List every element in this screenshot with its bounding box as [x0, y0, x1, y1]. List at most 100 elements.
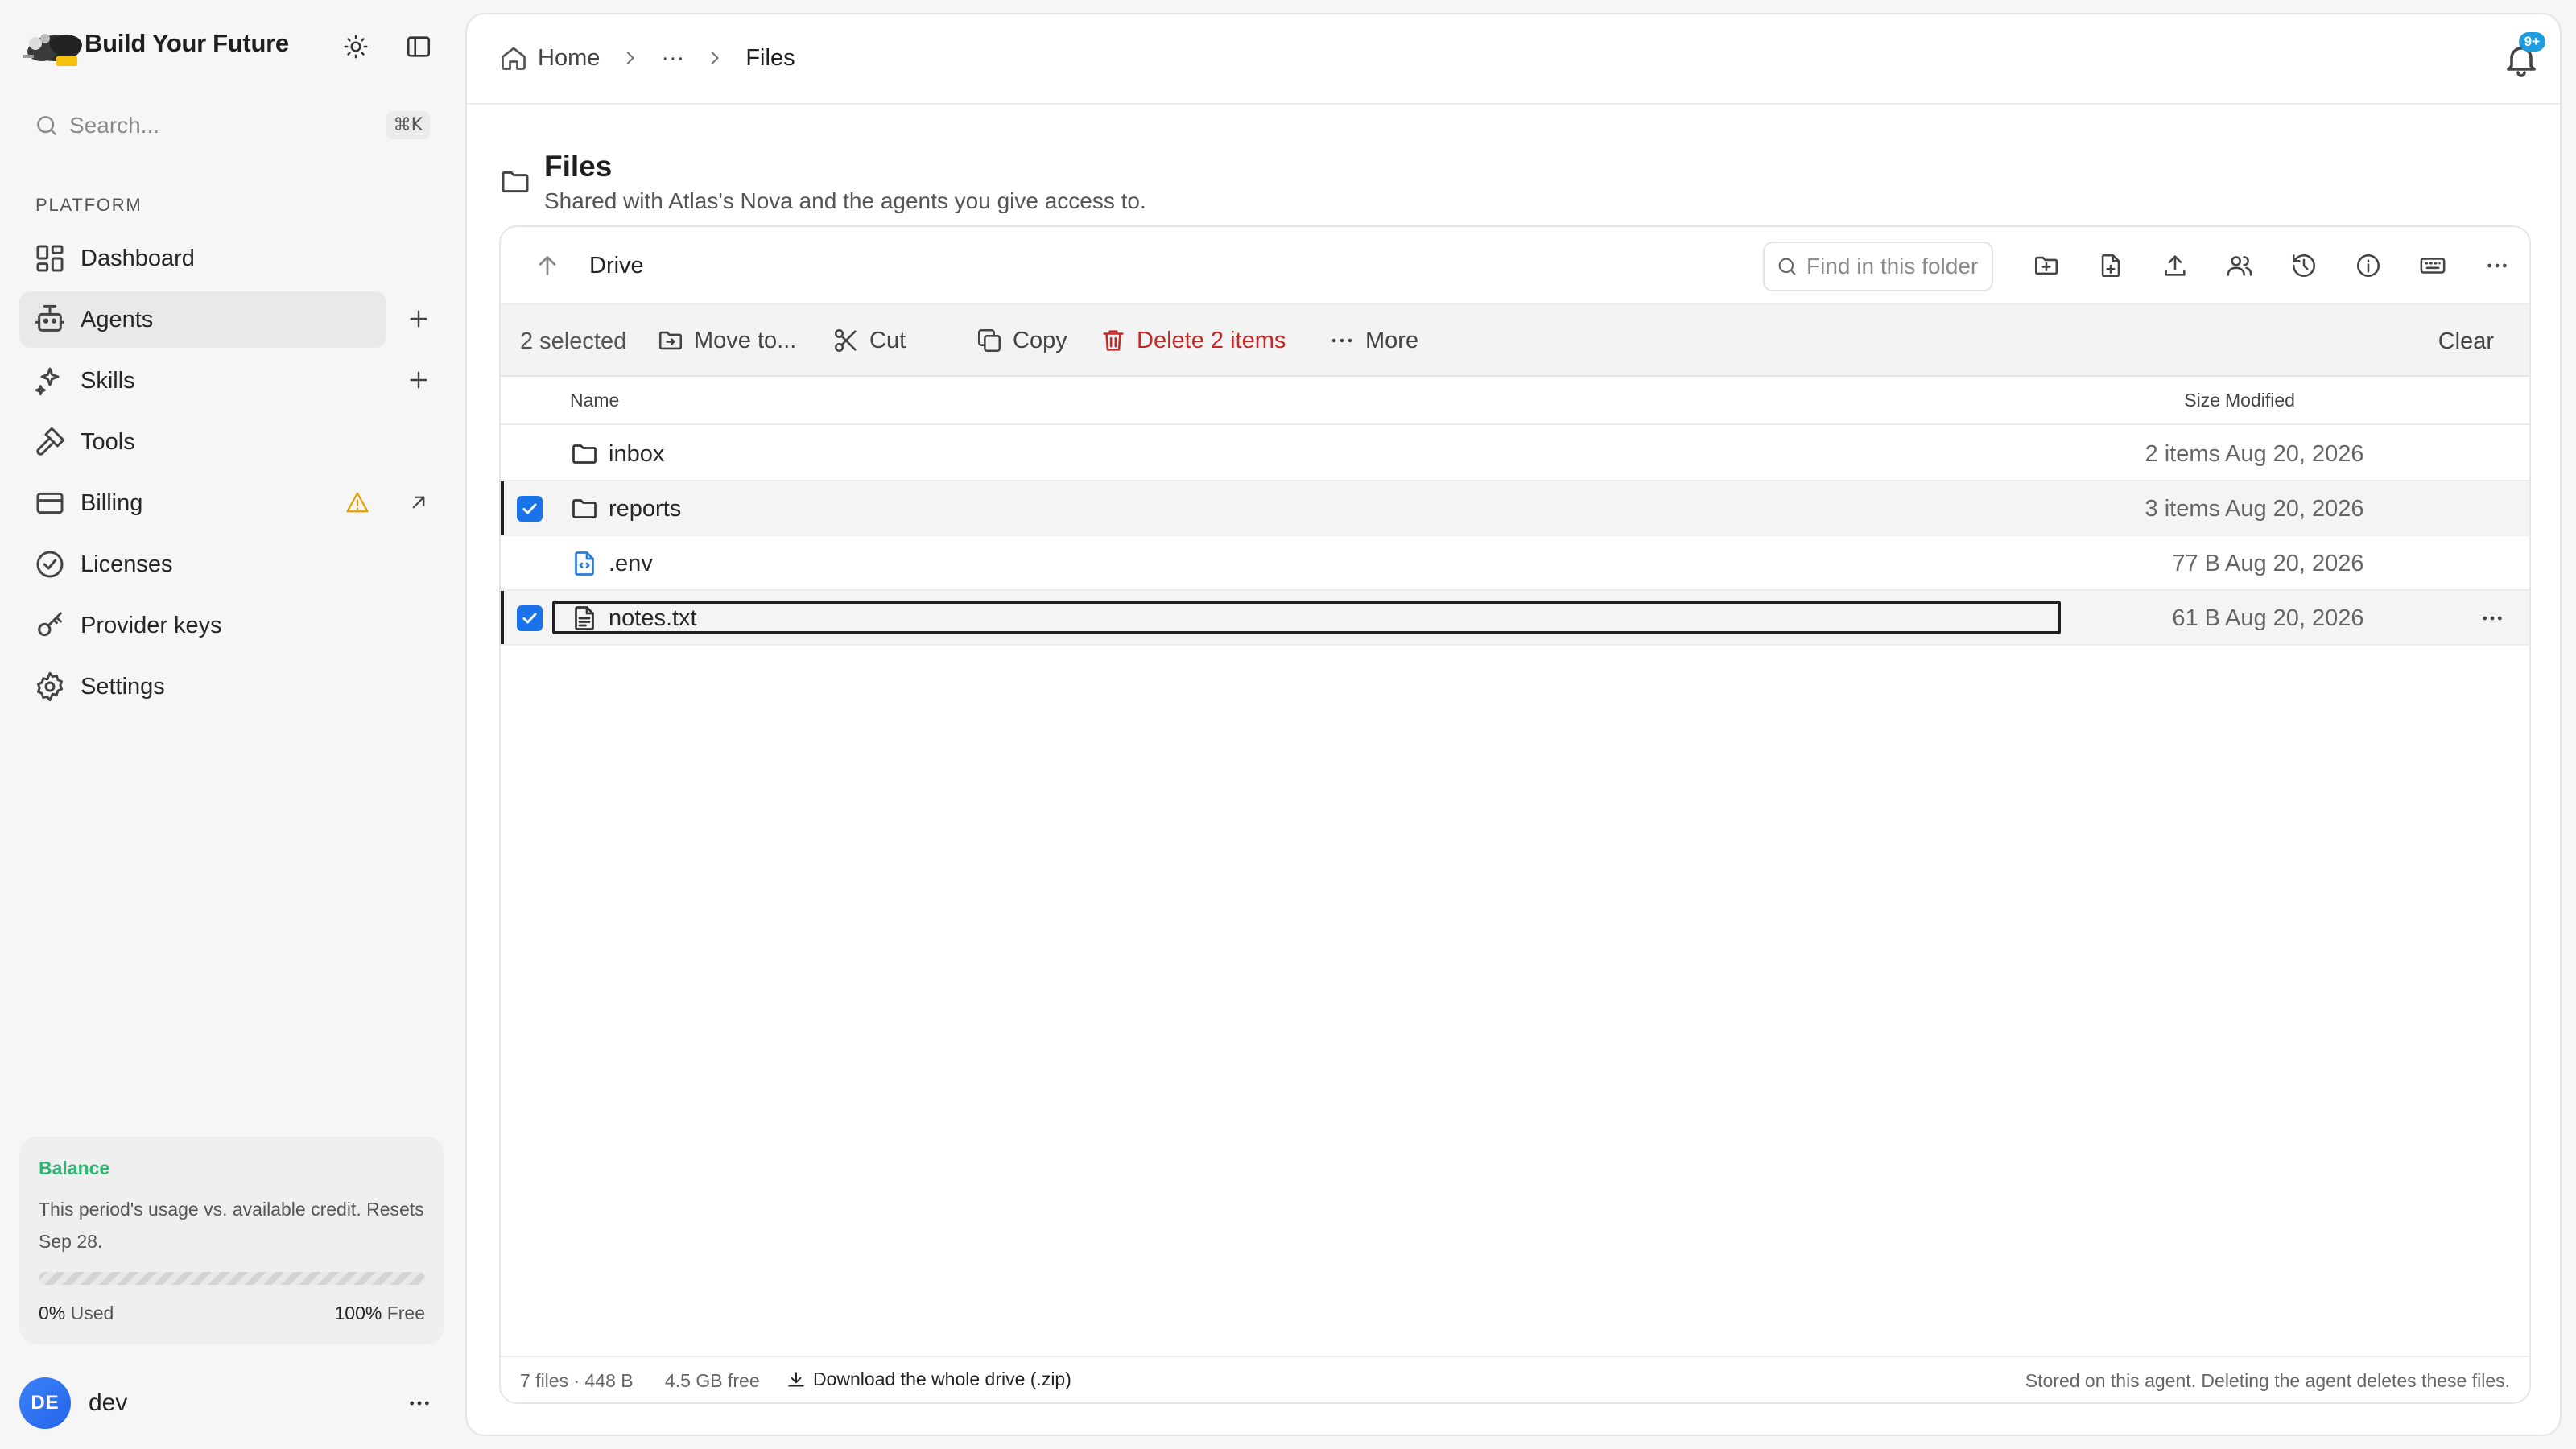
info-icon[interactable] — [2349, 246, 2388, 285]
sidebar-item-settings[interactable]: Settings — [19, 658, 386, 715]
copy-button[interactable]: Copy — [976, 322, 1067, 359]
brand-logo[interactable] — [18, 23, 87, 74]
sidebar-item-tools[interactable]: Tools — [19, 414, 386, 470]
breadcrumb-ellipsis[interactable]: ··· — [661, 45, 684, 72]
new-folder-icon[interactable] — [2027, 246, 2066, 285]
row-more-icon[interactable] — [2475, 601, 2510, 636]
copy-icon — [976, 327, 1003, 354]
sidebar-item-provider-keys[interactable]: Provider keys — [19, 597, 386, 654]
download-drive-link[interactable]: Download the whole drive (.zip) — [786, 1368, 1071, 1390]
top-bar: Home ··· Files 9+ — [467, 14, 2560, 105]
notification-badge: 9+ — [2518, 32, 2545, 52]
user-name: dev — [89, 1389, 128, 1416]
external-link-arrow-icon[interactable] — [401, 485, 436, 520]
theme-toggle-sun-icon[interactable] — [338, 29, 374, 64]
ellipsis-icon — [1328, 327, 1356, 354]
search-shortcut: ⌘K — [386, 111, 430, 139]
download-label: Download the whole drive (.zip) — [813, 1368, 1071, 1389]
add-agent-plus-icon[interactable] — [401, 301, 436, 336]
sidebar-item-label: Licenses — [80, 551, 173, 577]
file-modified: Aug 20, 2026 — [2225, 441, 2364, 467]
check-circle-icon — [34, 548, 66, 580]
folder-icon — [570, 440, 599, 469]
avatar: DE — [19, 1377, 71, 1429]
sidebar-item-label: Billing — [80, 489, 143, 516]
balance-used-pct: 0% — [39, 1302, 66, 1323]
delete-label: Delete 2 items — [1137, 327, 1286, 353]
breadcrumb-files: Files — [745, 44, 795, 71]
column-header-name[interactable]: Name — [570, 390, 619, 411]
folder-icon — [499, 166, 531, 198]
selection-bar: 2 selected Move to... Cut Copy Delete 2 … — [501, 304, 2529, 377]
file-browser: Drive 2 selected Move to... Cut — [499, 225, 2531, 1404]
sidebar-item-skills[interactable]: Skills — [19, 353, 386, 409]
notifications-bell-icon[interactable]: 9+ — [2502, 32, 2545, 79]
drive-free-space: 4.5 GB free — [665, 1370, 760, 1391]
folder-icon — [570, 494, 599, 523]
cut-label: Cut — [869, 327, 906, 353]
row-checkbox[interactable] — [517, 605, 543, 631]
chevron-right-icon — [704, 47, 726, 69]
balance-used: 0% Used — [39, 1302, 114, 1324]
table-row[interactable]: reports 3 items Aug 20, 2026 — [501, 481, 2529, 536]
sidebar-item-label: Settings — [80, 673, 165, 700]
sidebar-search[interactable]: Search... ⌘K — [21, 105, 431, 147]
balance-used-label: Used — [70, 1302, 114, 1323]
column-header-size[interactable]: Size — [2184, 390, 2220, 411]
table-row[interactable]: inbox 2 items Aug 20, 2026 — [501, 427, 2529, 481]
focused-row-outline — [552, 601, 2061, 634]
row-checkbox[interactable] — [517, 496, 543, 522]
chevron-right-icon — [619, 47, 642, 69]
brand-name: Build Your Future — [85, 29, 289, 57]
table-row[interactable]: notes.txt 61 B Aug 20, 2026 — [501, 591, 2529, 646]
balance-description: This period's usage vs. available credit… — [39, 1199, 424, 1252]
find-input[interactable] — [1806, 254, 1984, 279]
upload-icon[interactable] — [2156, 246, 2194, 285]
arrow-up-icon[interactable] — [533, 251, 562, 280]
user-menu[interactable]: DE dev — [19, 1377, 438, 1430]
new-file-icon[interactable] — [2091, 246, 2130, 285]
dashboard-icon — [34, 242, 66, 275]
file-name: notes.txt — [609, 605, 697, 631]
sidebar-item-label: Skills — [80, 367, 135, 394]
file-modified: Aug 20, 2026 — [2225, 551, 2364, 576]
sidebar-item-dashboard[interactable]: Dashboard — [19, 230, 386, 287]
selected-row-accent — [501, 591, 504, 644]
bot-icon — [34, 303, 66, 336]
delete-button[interactable]: Delete 2 items — [1100, 322, 1286, 359]
search-placeholder: Search... — [69, 113, 160, 138]
balance-usage-bar — [39, 1272, 425, 1285]
cut-button[interactable]: Cut — [832, 322, 906, 359]
more-options-icon[interactable] — [2478, 246, 2516, 285]
more-button[interactable]: More — [1328, 322, 1418, 359]
sidebar-toggle-icon[interactable] — [401, 29, 436, 64]
balance-free: 100% Free — [334, 1302, 425, 1324]
hammer-icon — [34, 426, 66, 458]
move-to-label: Move to... — [694, 327, 797, 353]
move-to-button[interactable]: Move to... — [657, 322, 796, 359]
keyboard-icon[interactable] — [2413, 246, 2452, 285]
config-file-icon — [570, 549, 599, 578]
breadcrumb-home[interactable]: Home — [538, 45, 600, 72]
sidebar-item-label: Agents — [80, 306, 154, 332]
user-more-ellipsis-icon[interactable] — [401, 1385, 438, 1422]
sidebar-item-label: Provider keys — [80, 612, 222, 638]
balance-free-label: Free — [386, 1302, 425, 1323]
sidebar-item-licenses[interactable]: Licenses — [19, 536, 386, 592]
find-in-folder[interactable] — [1763, 242, 1993, 291]
home-icon[interactable] — [499, 43, 528, 72]
sidebar-item-label: Tools — [80, 428, 135, 455]
users-share-icon[interactable] — [2220, 246, 2259, 285]
clear-selection-button[interactable]: Clear — [2438, 328, 2494, 355]
file-modified: Aug 20, 2026 — [2225, 605, 2364, 631]
table-row[interactable]: .env 77 B Aug 20, 2026 — [501, 536, 2529, 591]
drive-stats: 7 files · 448 B — [520, 1370, 634, 1391]
main-panel: Home ··· Files 9+ Files Shared with Atla… — [465, 13, 2562, 1436]
add-skill-plus-icon[interactable] — [401, 362, 436, 398]
sidebar-item-billing[interactable]: Billing — [19, 475, 386, 531]
file-size: 61 B — [2172, 605, 2220, 631]
sidebar-item-agents[interactable]: Agents — [19, 291, 386, 348]
history-icon[interactable] — [2285, 246, 2323, 285]
file-toolbar: Drive — [501, 227, 2529, 304]
column-header-modified[interactable]: Modified — [2225, 390, 2295, 411]
